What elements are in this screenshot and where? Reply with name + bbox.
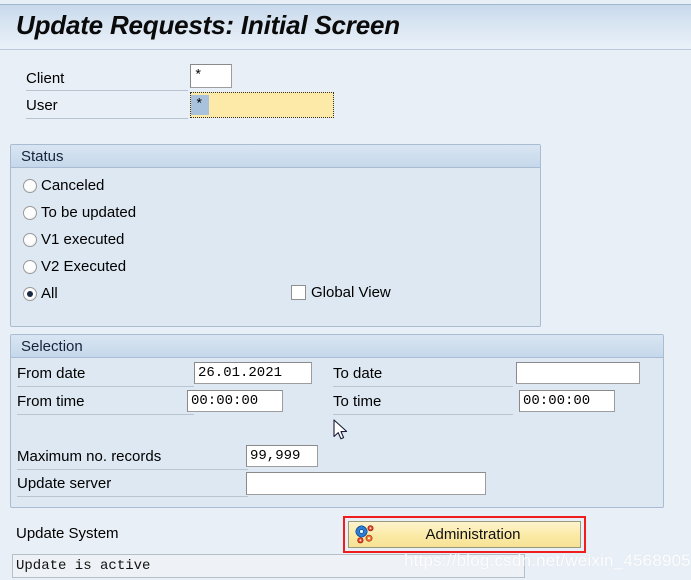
global-view-checkbox-row[interactable]: Global View	[291, 284, 391, 301]
user-input-value: *	[191, 95, 210, 115]
selection-group: Selection From date 26.01.2021 To date F…	[10, 334, 664, 508]
from-time-separator	[17, 414, 194, 415]
page-title: Update Requests: Initial Screen	[16, 10, 400, 40]
to-date-separator	[333, 386, 513, 387]
to-time-separator	[333, 414, 513, 415]
from-date-value: 26.01.2021	[198, 365, 283, 381]
radio-v2-executed[interactable]: V2 Executed	[23, 258, 126, 275]
radio-label: V2 Executed	[41, 258, 127, 275]
radio-circle-icon	[23, 232, 37, 247]
update-system-label: Update System	[16, 525, 119, 542]
client-label: Client	[26, 70, 65, 87]
checkbox-icon[interactable]	[291, 285, 306, 300]
status-group-title: Status	[21, 148, 64, 165]
max-records-input[interactable]: 99,999	[246, 445, 318, 467]
update-server-label: Update server	[17, 475, 112, 492]
from-time-label: From time	[17, 393, 85, 410]
administration-button[interactable]: Administration	[348, 521, 581, 548]
status-message-text: Update is active	[16, 558, 151, 574]
selection-group-header: Selection	[11, 335, 663, 358]
from-time-input[interactable]: 00:00:00	[187, 390, 283, 412]
max-records-separator	[17, 469, 248, 470]
radio-label: V1 executed	[41, 231, 125, 248]
gears-icon	[354, 524, 376, 545]
to-time-value: 00:00:00	[523, 393, 591, 409]
user-row-separator	[26, 118, 188, 119]
radio-to-be-updated[interactable]: To be updated	[23, 204, 136, 221]
status-message-field: Update is active	[12, 554, 525, 578]
from-date-input[interactable]: 26.01.2021	[194, 362, 312, 384]
client-row-separator	[26, 90, 188, 91]
radio-circle-icon	[23, 205, 37, 220]
to-date-input[interactable]	[516, 362, 640, 384]
radio-circle-icon	[23, 178, 37, 193]
radio-circle-selected-icon	[23, 286, 37, 301]
radio-circle-icon	[23, 259, 37, 274]
status-group: Status Canceled To be updated V1 execute…	[10, 144, 541, 327]
administration-button-label: Administration	[425, 526, 521, 543]
radio-canceled[interactable]: Canceled	[23, 177, 104, 194]
client-input-value: *	[194, 68, 203, 84]
from-time-value: 00:00:00	[191, 393, 259, 409]
max-records-value: 99,999	[250, 448, 301, 464]
max-records-label: Maximum no. records	[17, 448, 162, 465]
to-time-label: To time	[333, 393, 382, 410]
radio-label: To be updated	[41, 204, 137, 221]
from-date-label: From date	[17, 365, 86, 382]
from-date-separator	[17, 386, 194, 387]
update-server-separator	[17, 496, 248, 497]
selection-group-title: Selection	[21, 338, 83, 355]
sap-update-requests-screen: Update Requests: Initial Screen Client *…	[0, 0, 691, 580]
to-date-label: To date	[333, 365, 383, 382]
radio-label: All	[41, 285, 58, 302]
to-time-input[interactable]: 00:00:00	[519, 390, 615, 412]
window-title-bar: Update Requests: Initial Screen	[0, 4, 691, 50]
radio-label: Canceled	[41, 177, 105, 194]
update-server-input[interactable]	[246, 472, 486, 495]
radio-all[interactable]: All	[23, 285, 58, 302]
user-label: User	[26, 97, 58, 114]
client-input[interactable]: *	[190, 64, 232, 88]
radio-v1-executed[interactable]: V1 executed	[23, 231, 124, 248]
status-group-header: Status	[11, 145, 540, 168]
user-input[interactable]: *	[190, 92, 334, 118]
global-view-label: Global View	[311, 284, 391, 301]
